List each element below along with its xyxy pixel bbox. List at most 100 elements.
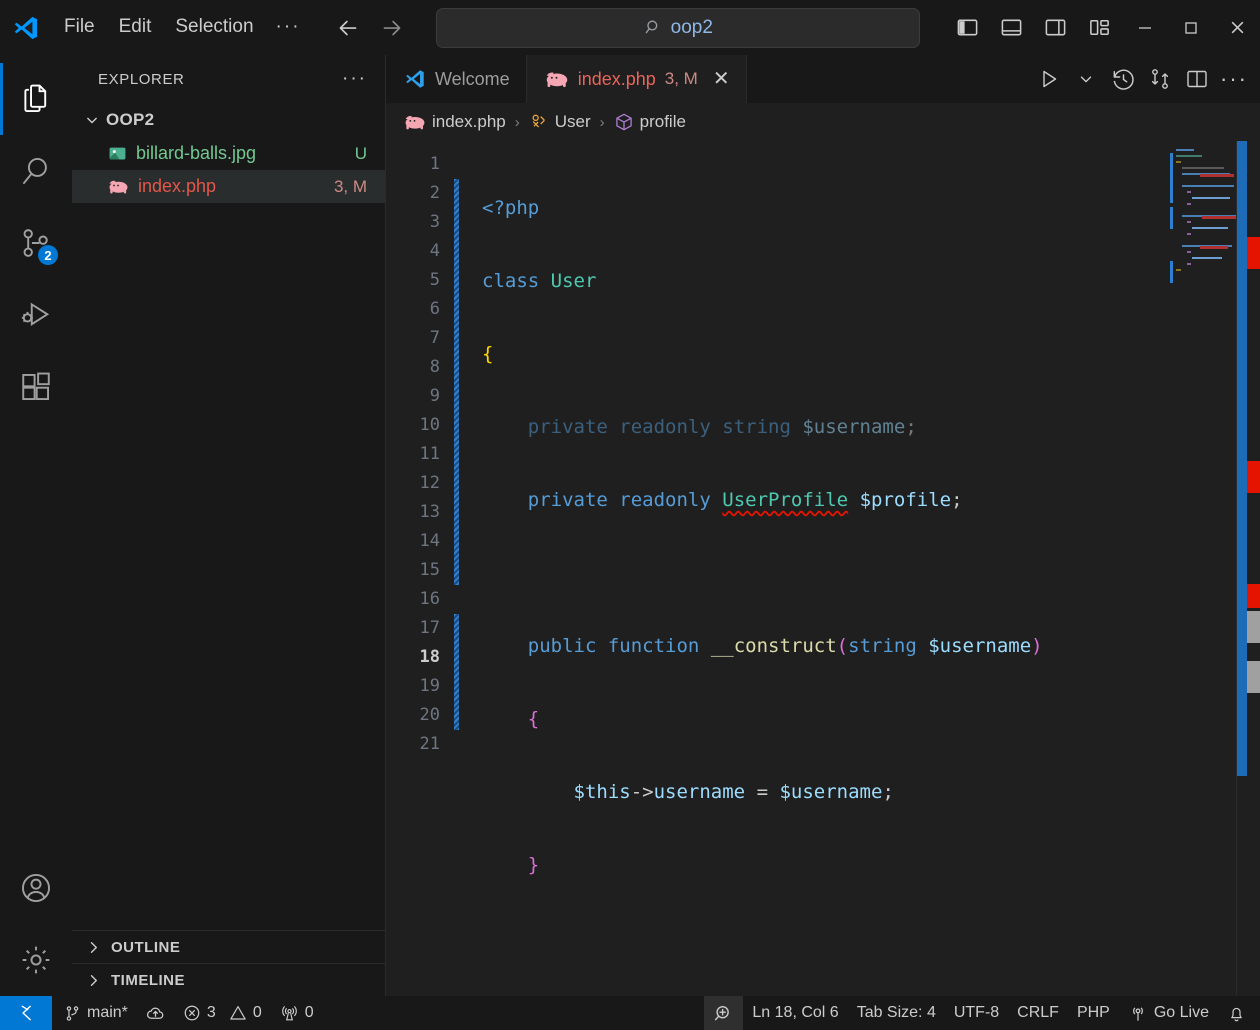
activity-item-accounts[interactable]	[0, 852, 72, 924]
code-editor[interactable]: 1 2 3 4 5 6 7 8 9 10 11 12 13 14 15 16 1…	[386, 141, 1260, 996]
editor-actions: ···	[1023, 55, 1260, 103]
status-editor-language[interactable]: PHP	[1068, 996, 1119, 1030]
menu-overflow-button[interactable]: ···	[266, 11, 311, 44]
activity-item-source-control[interactable]: 2	[0, 207, 72, 279]
line-number-gutter: 1 2 3 4 5 6 7 8 9 10 11 12 13 14 15 16 1…	[386, 141, 452, 996]
title-bar: File Edit Selection ··· oop2	[0, 0, 1260, 55]
file-item-billard-balls[interactable]: billard-balls.jpg U	[72, 137, 385, 170]
broadcast-icon	[1128, 1003, 1148, 1023]
file-git-badge: U	[354, 143, 367, 163]
activity-item-explorer[interactable]	[0, 63, 72, 135]
editor-more-actions-icon[interactable]: ···	[1218, 63, 1250, 95]
sidebar-section-timeline[interactable]: TIMELINE	[72, 963, 385, 996]
status-problems[interactable]: 3 0	[174, 996, 271, 1030]
minimap-line	[1187, 191, 1191, 193]
source-control-compare-icon[interactable]	[1144, 63, 1176, 95]
status-editor-position[interactable]: Ln 18, Col 6	[743, 996, 847, 1030]
menu-file[interactable]: File	[52, 11, 107, 44]
toggle-secondary-sidebar-icon[interactable]	[1038, 11, 1072, 45]
window-controls	[1122, 0, 1260, 55]
vscode-logo-icon	[404, 68, 426, 90]
git-diff-gutter[interactable]	[452, 141, 462, 996]
activity-item-manage-settings[interactable]	[0, 924, 72, 996]
activity-item-search[interactable]	[0, 135, 72, 207]
scrollbar-thumb[interactable]	[1237, 141, 1247, 776]
status-git-sync[interactable]	[137, 996, 174, 1030]
file-item-index-php[interactable]: index.php 3, M	[72, 170, 385, 203]
timeline-history-icon[interactable]	[1107, 63, 1139, 95]
close-icon[interactable]: ✕	[713, 69, 730, 89]
run-button[interactable]	[1033, 63, 1065, 95]
minimap-line	[1176, 269, 1181, 271]
run-chevron-down-icon[interactable]	[1070, 63, 1102, 95]
code-scroll-region: 1 2 3 4 5 6 7 8 9 10 11 12 13 14 15 16 1…	[386, 141, 1156, 996]
line-number: 9	[429, 386, 440, 406]
overview-error-marker	[1247, 237, 1260, 269]
toggle-panel-icon[interactable]	[994, 11, 1028, 45]
code-line: {	[527, 708, 540, 730]
file-git-badge: 3, M	[333, 176, 367, 196]
split-editor-right-icon[interactable]	[1181, 63, 1213, 95]
code-line: class User	[482, 270, 597, 292]
minimap[interactable]	[1156, 141, 1238, 996]
code-line: }	[527, 854, 540, 876]
code-line: private readonly UserProfile $profile;	[527, 489, 963, 511]
arrow-left-icon[interactable]	[333, 13, 363, 43]
line-number: 3	[429, 212, 440, 232]
zoom-in-icon	[713, 1003, 734, 1024]
folder-root-oop2[interactable]: OOP2	[72, 103, 385, 137]
line-number: 5	[429, 270, 440, 290]
breadcrumb-label: User	[554, 112, 591, 131]
minimize-button[interactable]	[1122, 0, 1168, 55]
toggle-primary-sidebar-icon[interactable]	[950, 11, 984, 45]
method-symbol-icon	[614, 112, 634, 132]
line-number: 10	[419, 415, 440, 435]
status-editor-encoding[interactable]: UTF-8	[945, 996, 1008, 1030]
sidebar-section-label: OUTLINE	[111, 938, 181, 956]
sidebar-section-outline[interactable]: OUTLINE	[72, 930, 385, 963]
status-editor-eol[interactable]: CRLF	[1008, 996, 1068, 1030]
minimap-error-marker	[1200, 246, 1228, 249]
status-notifications[interactable]	[1218, 996, 1260, 1030]
breadcrumb-item-file[interactable]: index.php	[404, 112, 506, 132]
line-number: 13	[419, 502, 440, 522]
minimap-line	[1187, 203, 1191, 205]
editor-overview-ruler[interactable]	[1236, 141, 1260, 996]
command-center-search[interactable]: oop2	[436, 7, 921, 48]
line-number: 11	[419, 444, 440, 464]
chevron-right-icon	[84, 938, 103, 957]
activity-item-run-and-debug[interactable]	[0, 279, 72, 351]
breadcrumb-item-method[interactable]: profile	[614, 112, 686, 132]
arrow-right-icon[interactable]	[377, 13, 407, 43]
maximize-button[interactable]	[1168, 0, 1214, 55]
file-name: billard-balls.jpg	[136, 143, 257, 163]
navigation-buttons	[333, 13, 407, 43]
line-number: 15	[419, 560, 440, 580]
menu-selection[interactable]: Selection	[163, 11, 265, 44]
status-screencast-zoom[interactable]	[704, 996, 744, 1030]
minimap-git-marker	[1170, 153, 1173, 203]
vscode-window: File Edit Selection ··· oop2 2 EXPLORER …	[0, 0, 1260, 1030]
close-button[interactable]	[1214, 0, 1260, 55]
menu-edit[interactable]: Edit	[107, 11, 164, 44]
sidebar-more-actions-icon[interactable]: ···	[342, 68, 367, 90]
activity-item-extensions[interactable]	[0, 351, 72, 423]
code-content[interactable]: <?php class User { private readonly stri…	[462, 141, 1156, 996]
minimap-error-marker	[1200, 174, 1234, 177]
tab-index-php[interactable]: index.php 3, M ✕	[526, 55, 747, 103]
remote-window-indicator[interactable]	[0, 996, 52, 1030]
line-number: 14	[419, 531, 440, 551]
status-git-branch[interactable]: main*	[52, 996, 137, 1030]
minimap-line	[1176, 155, 1202, 157]
error-icon	[183, 1004, 201, 1022]
status-go-live[interactable]: Go Live	[1119, 996, 1218, 1030]
overview-error-marker	[1247, 461, 1260, 493]
tab-welcome[interactable]: Welcome	[386, 55, 527, 103]
status-ports[interactable]: 0	[271, 996, 323, 1030]
search-icon	[644, 18, 663, 37]
php-file-icon	[545, 69, 569, 89]
search-input-value[interactable]: oop2	[671, 17, 713, 39]
customize-layout-icon[interactable]	[1082, 11, 1116, 45]
status-editor-indentation[interactable]: Tab Size: 4	[848, 996, 945, 1030]
breadcrumb-item-class[interactable]: User	[529, 112, 591, 132]
